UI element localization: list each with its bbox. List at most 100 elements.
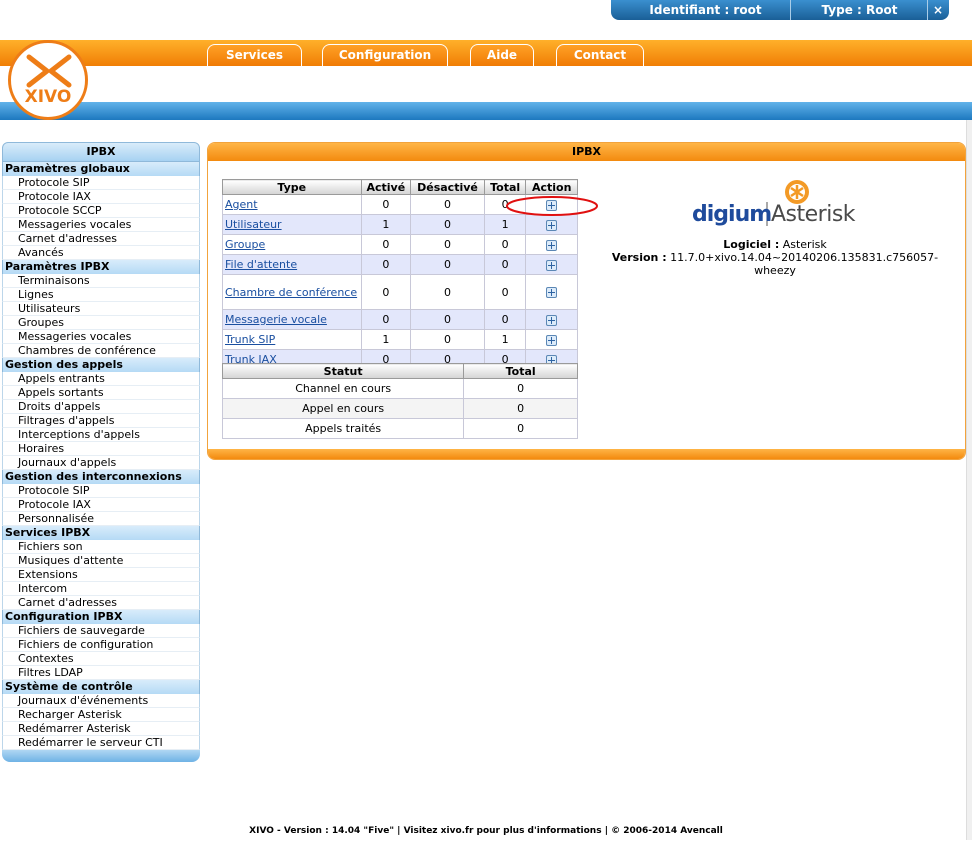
sidebar-item[interactable]: Filtres LDAP xyxy=(2,666,200,680)
sidebar-item[interactable]: Fichiers de sauvegarde xyxy=(2,624,200,638)
add-icon[interactable] xyxy=(546,239,558,251)
add-icon[interactable] xyxy=(546,219,558,231)
sidebar-item[interactable]: Journaux d'appels xyxy=(2,456,200,470)
sidebar-item[interactable]: Fichiers son xyxy=(2,540,200,554)
sidebar-item[interactable]: Terminaisons xyxy=(2,274,200,288)
header-blue-band xyxy=(0,102,972,120)
sidebar-item[interactable]: Recharger Asterisk xyxy=(2,708,200,722)
sidebar-item[interactable]: Contextes xyxy=(2,652,200,666)
status-total: 0 xyxy=(463,378,578,399)
sidebar-item[interactable]: Fichiers de configuration xyxy=(2,638,200,652)
status-total: 0 xyxy=(463,418,578,439)
status-total: 0 xyxy=(463,398,578,419)
disabled-count: 0 xyxy=(410,194,485,215)
sidebar-item[interactable]: Lignes xyxy=(2,288,200,302)
xivo-logo[interactable]: XIVO xyxy=(8,40,88,120)
sidebar-item[interactable]: Protocole SCCP xyxy=(2,204,200,218)
page-scrollbar[interactable] xyxy=(966,40,972,840)
sidebar-item[interactable]: Droits d'appels xyxy=(2,400,200,414)
disabled-count: 0 xyxy=(410,254,485,275)
tab-contact[interactable]: Contact xyxy=(556,44,644,66)
logout-close-icon[interactable]: × xyxy=(929,2,947,18)
sidebar-item[interactable]: Appels entrants xyxy=(2,372,200,386)
sidebar-item[interactable]: Protocole IAX xyxy=(2,190,200,204)
add-icon[interactable] xyxy=(546,259,558,271)
sidebar-item[interactable]: Avancés xyxy=(2,246,200,260)
sidebar-item[interactable]: Appels sortants xyxy=(2,386,200,400)
type-link[interactable]: Chambre de conférence xyxy=(222,274,362,310)
add-action-cell xyxy=(525,309,578,330)
xivo-logo-text: XIVO xyxy=(24,87,72,107)
add-action-cell xyxy=(525,234,578,255)
sidebar-item[interactable]: Redémarrer le serveur CTI xyxy=(2,736,200,750)
total-count: 0 xyxy=(483,254,527,275)
disabled-count: 0 xyxy=(410,214,485,235)
sidebar-item[interactable]: Personnalisée xyxy=(2,512,200,526)
panel-title: IPBX xyxy=(208,143,965,161)
sidebar-footer xyxy=(2,750,200,762)
sidebar-item[interactable]: Protocole SIP xyxy=(2,484,200,498)
total-count: 0 xyxy=(483,274,527,310)
col-action: Action xyxy=(525,179,578,195)
add-icon[interactable] xyxy=(546,287,558,298)
active-count: 0 xyxy=(360,274,412,310)
active-count: 1 xyxy=(360,214,412,235)
add-action-cell xyxy=(525,254,578,275)
sidebar-item[interactable]: Protocole IAX xyxy=(2,498,200,512)
highlight-ellipse xyxy=(506,196,598,216)
software-info: Logiciel : Asterisk Version : 11.7.0+xiv… xyxy=(600,238,950,277)
status-table: Statut Total Channel en cours 0 Appel en c… xyxy=(221,363,578,439)
sidebar-item[interactable]: Redémarrer Asterisk xyxy=(2,722,200,736)
sidebar-section-header: Services IPBX xyxy=(2,526,200,540)
types-table-row: Groupe 0 0 0 xyxy=(222,234,578,255)
active-count: 1 xyxy=(360,329,412,350)
sidebar-item[interactable]: Protocole SIP xyxy=(2,176,200,190)
sidebar-item[interactable]: Carnet d'adresses xyxy=(2,596,200,610)
type-link[interactable]: File d'attente xyxy=(222,254,362,275)
types-table-row: File d'attente 0 0 0 xyxy=(222,254,578,275)
tab-aide[interactable]: Aide xyxy=(470,44,534,66)
type-link[interactable]: Trunk SIP xyxy=(222,329,362,350)
disabled-count: 0 xyxy=(410,274,485,310)
total-count: 1 xyxy=(483,329,527,350)
type-link[interactable]: Messagerie vocale xyxy=(222,309,362,330)
sidebar-item[interactable]: Carnet d'adresses xyxy=(2,232,200,246)
col-active: Activé xyxy=(360,179,412,195)
type-link[interactable]: Agent xyxy=(222,194,362,215)
active-count: 0 xyxy=(360,254,412,275)
sidebar-item[interactable]: Interceptions d'appels xyxy=(2,428,200,442)
sidebar-item[interactable]: Intercom xyxy=(2,582,200,596)
status-table-header: Statut Total xyxy=(221,363,578,379)
sidebar-item[interactable]: Filtrages d'appels xyxy=(2,414,200,428)
sidebar-item[interactable]: Groupes xyxy=(2,316,200,330)
status-table-row: Channel en cours 0 xyxy=(221,378,578,399)
asterisk-brand-text: Asterisk xyxy=(771,202,856,227)
status-table-row: Appels traités 0 xyxy=(221,418,578,439)
disabled-count: 0 xyxy=(410,329,485,350)
tab-services[interactable]: Services xyxy=(207,44,302,66)
add-icon[interactable] xyxy=(546,334,558,346)
status-label: Appel en cours xyxy=(221,398,465,419)
tab-configuration[interactable]: Configuration xyxy=(322,44,448,66)
sidebar-item[interactable]: Horaires xyxy=(2,442,200,456)
sidebar-item[interactable]: Utilisateurs xyxy=(2,302,200,316)
sidebar-item[interactable]: Messageries vocales xyxy=(2,218,200,232)
sidebar-item[interactable]: Messageries vocales xyxy=(2,330,200,344)
total-count: 0 xyxy=(483,309,527,330)
type-label: Type : Root xyxy=(821,3,898,17)
digium-asterisk-logo: digium Asterisk xyxy=(690,178,860,230)
type-link[interactable]: Groupe xyxy=(222,234,362,255)
add-icon[interactable] xyxy=(546,314,558,326)
xivo-logo-icon xyxy=(26,54,72,88)
user-bar: Identifiant : root Type : Root × xyxy=(611,0,949,20)
type-link[interactable]: Utilisateur xyxy=(222,214,362,235)
sidebar-item[interactable]: Musiques d'attente xyxy=(2,554,200,568)
sidebar-item[interactable]: Extensions xyxy=(2,568,200,582)
status-table-row: Appel en cours 0 xyxy=(221,398,578,419)
sidebar-item[interactable]: Journaux d'événements xyxy=(2,694,200,708)
identifiant-label: Identifiant : root xyxy=(649,3,762,17)
sidebar: IPBX Paramètres globaux Protocole SIP Prot… xyxy=(2,142,200,762)
sidebar-item[interactable]: Chambres de conférence xyxy=(2,344,200,358)
software-value: Asterisk xyxy=(782,238,827,251)
sidebar-title: IPBX xyxy=(2,142,200,162)
